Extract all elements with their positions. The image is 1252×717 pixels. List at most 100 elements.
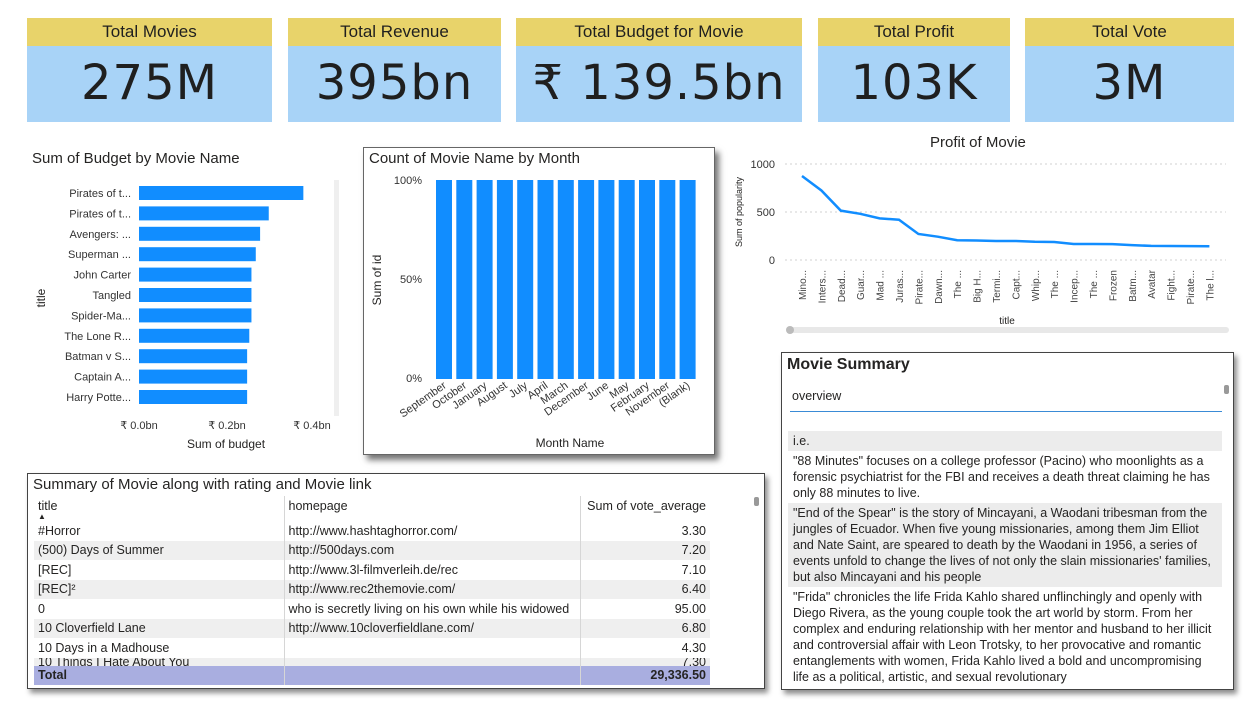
kpi-total-vote[interactable]: Total Vote 3M: [1025, 18, 1234, 122]
cell-title: 0: [34, 599, 285, 619]
month-bar[interactable]: [456, 180, 473, 379]
budget-bar[interactable]: [139, 369, 248, 384]
summary-row[interactable]: "Frida" chronicles the life Frida Kahlo …: [788, 587, 1222, 687]
budget-bar[interactable]: [139, 390, 248, 404]
profit-category-label: Batm...: [1128, 270, 1139, 302]
cell-vote-average: 4.30: [681, 640, 706, 655]
scrollbar-track[interactable]: [787, 327, 1229, 333]
profit-line-chart[interactable]: 1000 500 0 Sum of popularity Mino... Inte…: [730, 152, 1242, 338]
budget-x-tick: ₹ 0.2bn: [208, 420, 246, 432]
profit-series-line[interactable]: [801, 174, 1210, 248]
month-bar-chart[interactable]: 100% 50% 0% Sum of id SeptemberOctoberJa…: [364, 168, 714, 454]
budget-bar[interactable]: [139, 288, 252, 302]
budget-bar[interactable]: [139, 186, 304, 200]
cell-vote-average: 7.30: [580, 657, 710, 666]
month-bar[interactable]: [659, 180, 676, 379]
summary-scrollbar[interactable]: [1224, 385, 1229, 394]
column-header-label: title: [38, 499, 58, 513]
budget-category-label: Tangled: [92, 290, 131, 302]
budget-x-tick: ₹ 0.0bn: [120, 420, 158, 432]
budget-category-label: Batman v S...: [65, 351, 131, 363]
scrollbar-thumb[interactable]: [786, 326, 794, 334]
budget-x-axis-title: Sum of budget: [187, 437, 266, 451]
sort-ascending-icon[interactable]: ▲: [38, 513, 280, 521]
month-bar[interactable]: [557, 180, 574, 379]
profit-category-label: Pirate...: [914, 270, 925, 304]
profit-category-label: Fight...: [1167, 270, 1178, 301]
kpi-total-revenue[interactable]: Total Revenue 395bn: [288, 18, 501, 122]
budget-bar[interactable]: [139, 226, 261, 241]
column-header-title[interactable]: title ▲: [34, 496, 285, 521]
summary-row[interactable]: "End of the Spear" is the story of Minca…: [788, 503, 1222, 587]
kpi-total-profit[interactable]: Total Profit 103K: [818, 18, 1010, 122]
summary-column-header[interactable]: overview: [792, 389, 841, 403]
profit-category-label: The l...: [1205, 270, 1216, 301]
month-bar[interactable]: [679, 180, 696, 379]
column-header-homepage[interactable]: homepage: [284, 496, 581, 521]
table-row[interactable]: [REC] http://www.3l-filmverleih.de/rec 7.1…: [34, 560, 710, 580]
profit-category-label: Mad ...: [876, 270, 887, 301]
month-bar[interactable]: [476, 180, 493, 379]
cell-title: 10 Days in a Madhouse: [34, 638, 285, 658]
budget-bar[interactable]: [139, 247, 256, 262]
kpi-title: Total Revenue: [288, 18, 501, 46]
budget-chart-title: Sum of Budget by Movie Name: [32, 150, 240, 167]
budget-bar[interactable]: [139, 206, 269, 221]
table-total-row: Total 29,336.50: [34, 665, 710, 685]
cell-title: [REC]²: [34, 579, 285, 599]
budget-category-label: Pirates of t...: [69, 208, 131, 220]
budget-bar[interactable]: [139, 349, 248, 364]
column-header-vote-average[interactable]: Sum of vote_average: [580, 496, 710, 521]
divider: [790, 411, 1222, 412]
month-bar[interactable]: [578, 180, 595, 379]
budget-bar[interactable]: [139, 267, 252, 282]
profit-category-label: Dead...: [837, 270, 848, 302]
cell-homepage: http://www.rec2themovie.com/: [284, 579, 581, 599]
cell-homepage: http://500days.com: [284, 540, 581, 560]
profit-x-axis-title: title: [999, 316, 1015, 327]
cell-homepage: http://www.10cloverfieldlane.com/: [284, 618, 581, 638]
total-value: 29,336.50: [580, 665, 710, 685]
table-scrollbar[interactable]: [754, 497, 759, 506]
table-row[interactable]: [REC]² http://www.rec2themovie.com/6.40: [34, 579, 710, 599]
summary-row[interactable]: "88 Minutes" focuses on a college profes…: [788, 451, 1222, 503]
cell-homepage: http://www.3l-filmverleih.de/rec: [284, 560, 581, 580]
month-bar[interactable]: [639, 180, 655, 379]
budget-bar-chart[interactable]: Pirates of t... Pirates of t... Avengers: …: [27, 170, 347, 455]
table-row[interactable]: #Horror http://www.hashtaghorror.com/3.30: [34, 521, 710, 541]
budget-bar[interactable]: [139, 308, 252, 323]
kpi-value: 3M: [1092, 55, 1167, 111]
scrollbar[interactable]: [334, 180, 339, 416]
summary-row[interactable]: i.e.: [788, 431, 1222, 451]
cell-vote-average: 6.80: [580, 618, 710, 638]
cell-homepage: who is secretly living on his own while …: [284, 599, 581, 619]
profit-category-label: Termi...: [992, 270, 1003, 303]
month-chart-title: Count of Movie Name by Month: [369, 150, 580, 167]
summary-rows: i.e. "88 Minutes" focuses on a college pr…: [788, 431, 1222, 687]
month-bar[interactable]: [598, 180, 615, 379]
month-bar[interactable]: [618, 180, 635, 379]
kpi-value: 275M: [80, 55, 219, 111]
kpi-title: Total Vote: [1025, 18, 1234, 46]
kpi-total-movies[interactable]: Total Movies 275M: [27, 18, 272, 122]
cell-title: (500) Days of Summer: [34, 540, 285, 560]
table-row[interactable]: 10 Days in a Madhouse 4.30: [34, 638, 710, 658]
summary-title: Movie Summary: [787, 356, 910, 373]
kpi-total-budget[interactable]: Total Budget for Movie ₹ 139.5bn: [516, 18, 802, 122]
table-row[interactable]: (500) Days of Summer http://500days.com 7.…: [34, 540, 710, 560]
movie-summary-table: Summary of Movie along with rating and M…: [27, 473, 765, 689]
table-row[interactable]: 10 Cloverfield Lane http://www.10cloverfi…: [34, 618, 710, 638]
month-x-axis-title: Month Name: [536, 436, 605, 450]
table-row[interactable]: 0 who is secretly living on his own while…: [34, 599, 710, 619]
table-row[interactable]: 10 Things I Hate About You 7.30: [34, 657, 710, 666]
budget-bar[interactable]: [139, 328, 250, 343]
month-bar[interactable]: [436, 180, 452, 379]
cell-vote-average: 6.40: [580, 579, 710, 599]
total-label: Total: [34, 665, 285, 685]
month-bar[interactable]: [496, 180, 513, 379]
kpi-value: 103K: [850, 55, 978, 111]
profit-category-label: Capt...: [1011, 270, 1022, 299]
profit-chart-title: Profit of Movie: [930, 134, 1026, 151]
month-bar[interactable]: [517, 180, 534, 379]
month-bar[interactable]: [537, 180, 554, 379]
